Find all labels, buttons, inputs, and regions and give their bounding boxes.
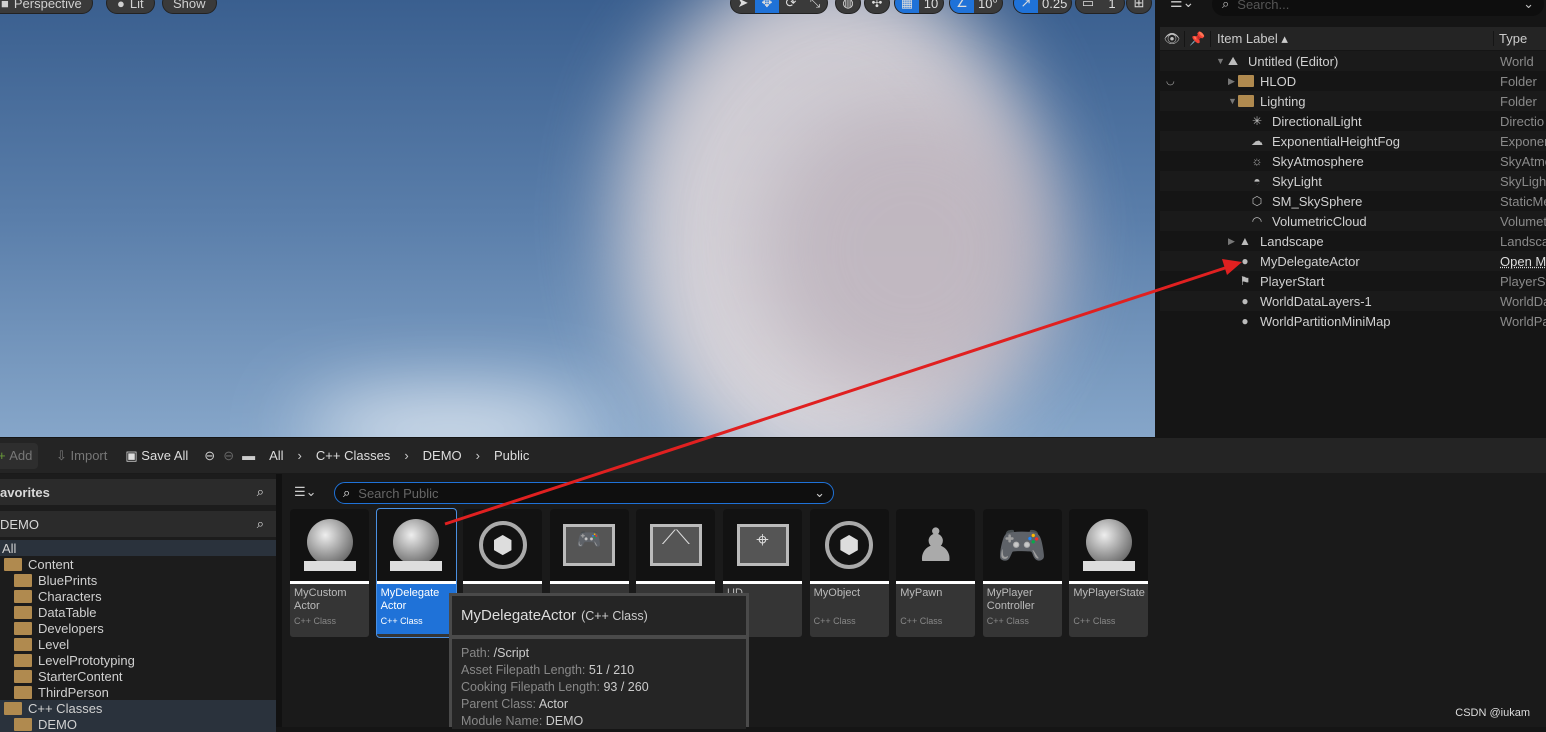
arrow-head [1222, 259, 1242, 275]
watermark: CSDN @iukam [1455, 707, 1530, 719]
annotation-arrow [444, 259, 1242, 526]
arrow-line [444, 265, 1229, 526]
